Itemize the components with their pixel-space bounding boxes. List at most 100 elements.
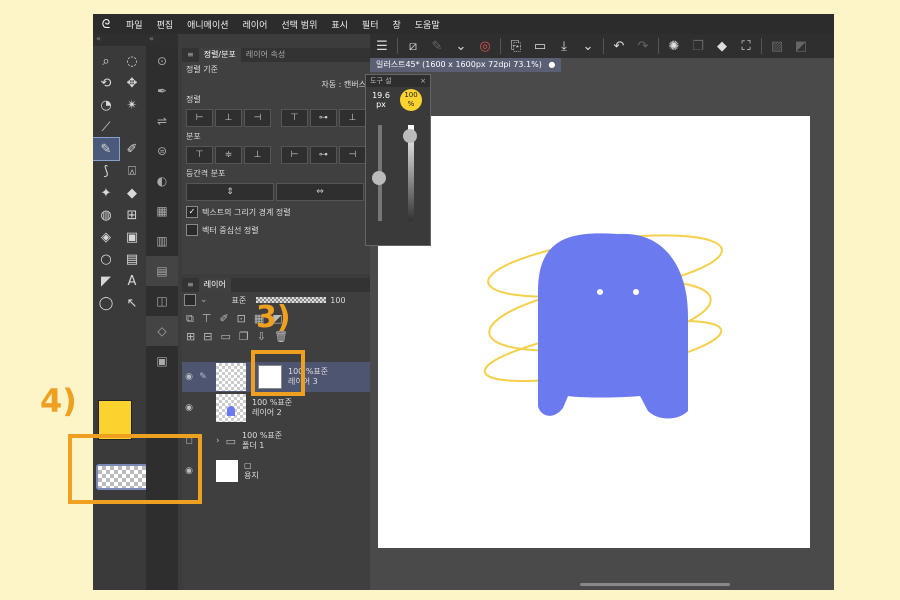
new-file-icon[interactable]: ⎘ [504,36,528,56]
save-icon[interactable]: ⤓ [552,36,576,56]
distribute-middle-button[interactable]: ≑ [215,146,243,164]
figure-icon[interactable]: ○ [93,248,119,270]
layer-row-paper[interactable]: ◉ ▢ 용지 [182,456,370,486]
brush-size-icon[interactable]: ⊜ [146,136,178,166]
chevron-down-icon[interactable]: ⌄ [200,295,208,305]
hamburger-icon[interactable]: ☰ [370,36,394,56]
equal-vertical-button[interactable]: ⇕ [186,183,274,201]
chevron-down-icon[interactable]: ⌄ [576,36,600,56]
canvas-paper[interactable] [378,116,810,548]
menu-selection[interactable]: 선택 범위 [274,18,324,31]
layer-row-2[interactable]: ◉ 100 %표준 레이어 2 [182,393,370,423]
distribute-right-button[interactable]: ⊣ [338,146,366,164]
edit-icon[interactable]: ✎ [425,36,449,56]
align-bottom-button[interactable]: ⊥ [338,109,366,127]
text-icon[interactable]: A [119,270,145,292]
fill-icon[interactable]: ◆ [710,36,734,56]
align-panel-icon[interactable]: ▤ [146,256,178,286]
align-center-button[interactable]: ⊥ [215,109,243,127]
loading-icon[interactable]: ✺ [662,36,686,56]
distribute-bottom-button[interactable]: ⊥ [244,146,272,164]
blend-icon[interactable]: ◍ [93,204,119,226]
select-layer-icon[interactable]: ⟲ [93,72,119,94]
align-middle-button[interactable]: ⊶ [309,109,337,127]
pencil-icon[interactable]: ✐ [119,138,145,160]
copy-icon[interactable]: ❐ [686,36,710,56]
equal-horizontal-button[interactable]: ⇔ [276,183,364,201]
opacity-value[interactable]: 100 [330,296,345,305]
layer-panel-icon[interactable]: ◇ [146,316,178,346]
layer-row-folder[interactable]: ◻ › ▭ 100 %표준 폴더 1 [182,426,370,456]
menu-window[interactable]: 창 [385,18,407,31]
frame-icon[interactable]: ▤ [119,248,145,270]
canvas-area[interactable]: 일러스트45* (1600 x 1600px 72dpi 73.1%) ● [370,58,834,590]
tab-layer[interactable]: 레이어 [198,278,231,292]
invert-icon[interactable]: ◩ [789,36,813,56]
menu-view[interactable]: 표시 [324,18,355,31]
chevron-right-icon[interactable]: › [216,436,220,446]
tool-property-icon[interactable]: ⇌ [146,106,178,136]
new-vector-layer-icon[interactable]: ⊟ [203,330,212,343]
menu-animation[interactable]: 애니메이션 [180,18,235,31]
chevron-down-icon[interactable]: ⌄ [449,36,473,56]
tab-layer-property[interactable]: 레이어 속성 [241,48,290,62]
new-raster-layer-icon[interactable]: ⊞ [186,330,195,343]
menu-file[interactable]: 파일 [119,18,150,31]
menu-layer[interactable]: 레이어 [236,18,275,31]
panel-menu-icon[interactable]: ≡ [182,278,199,292]
eyedropper-icon[interactable]: ⟋ [93,116,119,138]
material-icon[interactable]: ▣ [146,346,178,376]
distribute-top-button[interactable]: ⊤ [186,146,214,164]
copy-layer-icon[interactable]: ❐ [239,330,249,343]
balloon-icon[interactable]: ◯ [93,292,119,314]
deselect-icon[interactable]: ▨ [765,36,789,56]
layer-property-icon[interactable]: ◫ [146,286,178,316]
horizontal-scrollbar[interactable] [580,583,730,586]
ruler-icon[interactable]: ◤ [93,270,119,292]
draft-icon[interactable]: ✐ [219,312,228,326]
color-wheel-icon[interactable]: ◐ [146,166,178,196]
open-folder-icon[interactable]: ▭ [528,36,552,56]
lock-icon[interactable]: ⊡ [237,312,246,326]
brush-icon[interactable]: ⟆ [93,160,119,182]
color-set-icon[interactable]: ▦ [146,196,178,226]
distribute-center-button[interactable]: ⊶ [309,146,337,164]
align-top-button[interactable]: ⊤ [280,109,308,127]
fill-bucket-icon[interactable]: ◈ [93,226,119,248]
brush-size-slider-thumb[interactable] [372,171,386,185]
correct-line-icon[interactable]: ↖ [119,292,145,314]
blend-mode-select[interactable]: 표준 [232,295,247,306]
close-icon[interactable]: × [420,75,426,87]
color-box[interactable] [184,294,196,306]
history-icon[interactable]: ▥ [146,226,178,256]
redo-icon[interactable]: ↷ [631,36,655,56]
fit-icon[interactable]: ⧄ [401,36,425,56]
grid-icon[interactable]: ⊞ [119,204,145,226]
menu-filter[interactable]: 필터 [355,18,386,31]
opacity-slider-thumb[interactable] [403,129,417,143]
panel-menu-icon[interactable]: ≡ [182,48,199,62]
menu-edit[interactable]: 편집 [150,18,181,31]
eye-icon[interactable]: ◉ [182,372,196,382]
align-left-button[interactable]: ⊢ [186,109,214,127]
vector-center-checkbox[interactable]: 벡터 중심선 정렬 [182,221,370,239]
target-icon[interactable]: ◎ [473,36,497,56]
lasso-select-icon[interactable]: ◌ [119,50,145,72]
tab-align[interactable]: 정렬/분포 [198,48,241,62]
pen-icon[interactable]: ✎ [93,137,120,161]
magic-wand-icon[interactable]: ✴ [119,94,145,116]
document-tab[interactable]: 일러스트45* (1600 x 1600px 72dpi 73.1%) ● [370,58,562,72]
menu-help[interactable]: 도움말 [408,18,447,31]
sub-tool-icon[interactable]: ✒ [146,76,178,106]
align-right-button[interactable]: ⊣ [244,109,272,127]
zoom-icon[interactable]: ⌕ [93,50,119,72]
airbrush-icon[interactable]: ⍓ [119,160,145,182]
eraser-icon[interactable]: ◆ [119,182,145,204]
undo-icon[interactable]: ↶ [607,36,631,56]
decoration-icon[interactable]: ✦ [93,182,119,204]
text-bounds-checkbox[interactable]: ✓ 텍스트의 그리기 경계 정렬 [182,203,370,221]
new-folder-icon[interactable]: ▭ [220,330,230,343]
transform-icon[interactable]: ⛶ [734,36,758,56]
auto-select-icon[interactable]: ◔ [93,94,119,116]
app-logo-icon[interactable]: ᘓ [93,17,119,32]
